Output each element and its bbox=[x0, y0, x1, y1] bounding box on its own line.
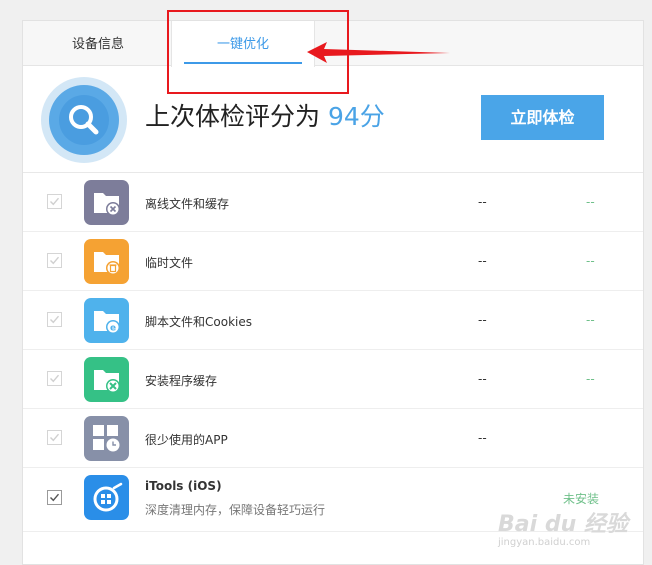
row-status: -- bbox=[586, 372, 595, 386]
list-item: 离线文件和缓存 -- -- bbox=[23, 173, 643, 232]
score-suffix: 分 bbox=[359, 102, 385, 131]
row-size: -- bbox=[478, 431, 487, 445]
folder-trash-icon bbox=[84, 239, 129, 284]
list-item: e 脚本文件和Cookies -- -- bbox=[23, 291, 643, 350]
check-now-button[interactable]: 立即体检 bbox=[481, 95, 604, 140]
tab-bar: 设备信息 一键优化 bbox=[23, 21, 643, 67]
row-label: 临时文件 bbox=[145, 256, 194, 270]
last-score-text: 上次体检评分为 94分 bbox=[145, 97, 385, 133]
list-item: 安装程序缓存 -- -- bbox=[23, 350, 643, 409]
row-label: 离线文件和缓存 bbox=[145, 197, 230, 211]
score-prefix: 上次体检评分为 bbox=[145, 102, 321, 131]
row-checkbox[interactable] bbox=[47, 371, 62, 386]
list-item: 很少使用的APP -- bbox=[23, 409, 643, 468]
itools-title: iTools (iOS) bbox=[145, 479, 222, 493]
apps-clock-icon bbox=[84, 416, 129, 461]
row-status: -- bbox=[586, 195, 595, 209]
tab-label: 一键优化 bbox=[216, 37, 269, 52]
itools-icon bbox=[84, 475, 129, 520]
folder-tools-icon bbox=[84, 357, 129, 402]
score-summary: 上次体检评分为 94分 立即体检 bbox=[23, 67, 643, 173]
row-label: 安装程序缓存 bbox=[145, 374, 218, 388]
row-size: -- bbox=[478, 254, 487, 268]
row-checkbox[interactable] bbox=[47, 430, 62, 445]
optimization-panel: 设备信息 一键优化 上次体检评分为 94分 立即体检 离线文件和缓存 -- --… bbox=[22, 20, 644, 565]
row-label: 脚本文件和Cookies bbox=[145, 315, 252, 329]
row-size: -- bbox=[478, 313, 487, 327]
row-checkbox[interactable] bbox=[47, 194, 62, 209]
itools-checkbox[interactable] bbox=[47, 490, 62, 505]
scan-score-badge bbox=[41, 77, 127, 163]
score-value: 94 bbox=[327, 102, 360, 131]
magnifier-icon bbox=[69, 105, 99, 135]
itools-subtitle: 深度清理内存，保障设备轻巧运行 bbox=[145, 503, 326, 517]
folder-delete-icon bbox=[84, 180, 129, 225]
row-checkbox[interactable] bbox=[47, 253, 62, 268]
row-label: 很少使用的APP bbox=[145, 433, 228, 447]
row-size: -- bbox=[478, 195, 487, 209]
tab-one-click-optimize[interactable]: 一键优化 bbox=[171, 21, 315, 67]
folder-browser-icon: e bbox=[84, 298, 129, 343]
list-item: 临时文件 -- -- bbox=[23, 232, 643, 291]
row-status: -- bbox=[586, 313, 595, 327]
active-tab-underline bbox=[184, 62, 302, 64]
list-item-itools: iTools (iOS) 深度清理内存，保障设备轻巧运行 未安装 bbox=[23, 468, 643, 532]
row-status: -- bbox=[586, 254, 595, 268]
svg-text:e: e bbox=[110, 324, 116, 334]
itools-status: 未安装 bbox=[563, 492, 600, 506]
row-checkbox[interactable] bbox=[47, 312, 62, 327]
row-size: -- bbox=[478, 372, 487, 386]
tab-device-info[interactable]: 设备信息 bbox=[43, 21, 153, 66]
